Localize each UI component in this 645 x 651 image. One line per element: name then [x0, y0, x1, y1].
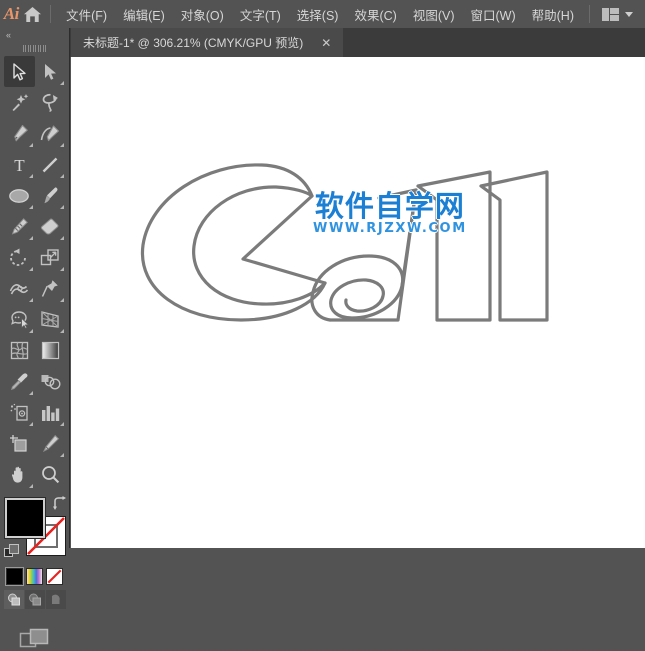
tool-flyout-corner [59, 174, 64, 178]
swap-fill-stroke-icon[interactable] [52, 496, 68, 510]
tool-flyout-corner [28, 143, 33, 147]
lasso-tool[interactable] [35, 87, 66, 118]
free-transform-tool[interactable] [35, 273, 66, 304]
default-fill-stroke-icon[interactable] [3, 544, 20, 560]
selection-tool[interactable] [3, 56, 35, 87]
eraser-tool[interactable] [35, 211, 66, 242]
tool-flyout-corner [28, 422, 33, 426]
fill-swatch[interactable] [3, 497, 46, 539]
app-logo: Ai [3, 4, 20, 23]
none-slash-icon [47, 569, 62, 584]
menu-object[interactable]: 对象(O) [174, 1, 231, 28]
tool-flyout-corner [59, 422, 64, 426]
draw-normal-mode[interactable] [3, 590, 24, 609]
mesh-tool[interactable] [4, 335, 35, 366]
screen-mode-icon [19, 628, 48, 648]
tool-flyout-corner [59, 267, 64, 271]
tool-flyout-corner [28, 174, 33, 178]
tools-panel: « T [0, 28, 70, 648]
tool-flyout-corner [28, 391, 33, 395]
menu-view[interactable]: 视图(V) [406, 1, 462, 28]
slice-tool[interactable] [35, 428, 66, 459]
tool-flyout-corner [59, 143, 64, 147]
collapse-panel-icon[interactable]: « [0, 28, 69, 42]
zoom-tool[interactable] [35, 459, 66, 490]
menu-edit[interactable]: 编辑(E) [116, 1, 172, 28]
draw-inside-mode[interactable] [45, 590, 66, 609]
close-icon[interactable]: ✕ [317, 35, 335, 51]
curvature-tool[interactable] [35, 118, 66, 149]
rotate-tool[interactable] [4, 242, 35, 273]
artwork-outlines [71, 57, 645, 548]
document-tab[interactable]: 未标题-1* @ 306.21% (CMYK/GPU 预览) ✕ [71, 28, 344, 57]
pen-tool[interactable] [4, 118, 35, 149]
watermark-url: WWW.RJZXW.COM [313, 221, 467, 236]
tool-grid: T [0, 56, 69, 490]
home-icon[interactable] [23, 6, 43, 23]
tool-flyout-corner [28, 267, 33, 271]
workspace-switcher[interactable] [598, 5, 637, 24]
perspective-grid-tool[interactable] [35, 304, 66, 335]
tool-flyout-corner [59, 298, 64, 302]
menu-separator-right [589, 5, 590, 23]
menu-window[interactable]: 窗口(W) [464, 1, 523, 28]
none-swatch[interactable] [46, 568, 63, 585]
color-mode-swatches [0, 567, 69, 586]
direct-selection-tool[interactable] [35, 56, 66, 87]
shaper-pencil-tool[interactable] [4, 211, 35, 242]
tool-flyout-corner [28, 298, 33, 302]
watermark: 软件自学网 WWW.RJZXW.COM [313, 192, 467, 236]
symbol-sprayer-tool[interactable] [4, 397, 35, 428]
gradient-swatch[interactable] [26, 568, 43, 585]
tool-flyout-corner [59, 453, 64, 457]
screen-mode-button[interactable] [0, 627, 69, 651]
tool-flyout-corner [59, 81, 64, 85]
svg-text:T: T [14, 156, 25, 174]
color-swatch[interactable] [5, 567, 24, 586]
tool-flyout-corner [28, 484, 33, 488]
type-tool[interactable]: T [4, 149, 35, 180]
tool-flyout-corner [28, 236, 33, 240]
eyedropper-tool[interactable] [4, 366, 35, 397]
menu-help[interactable]: 帮助(H) [525, 1, 581, 28]
gradient-tool[interactable] [35, 335, 66, 366]
tool-flyout-corner [59, 205, 64, 209]
artboard-tool[interactable] [4, 428, 35, 459]
tool-flyout-corner [28, 205, 33, 209]
scale-tool[interactable] [35, 242, 66, 273]
blend-tool[interactable] [35, 366, 66, 397]
watermark-brand: 软件自学网 [314, 189, 465, 223]
paintbrush-tool[interactable] [35, 180, 66, 211]
tool-flyout-corner [59, 236, 64, 240]
magic-wand-tool[interactable] [4, 87, 35, 118]
tool-flyout-corner [59, 329, 64, 333]
menu-items: 文件(F) 编辑(E) 对象(O) 文字(T) 选择(S) 效果(C) 视图(V… [59, 1, 581, 28]
document-tab-bar: 未标题-1* @ 306.21% (CMYK/GPU 预览) ✕ [0, 28, 645, 57]
draw-behind-mode[interactable] [24, 590, 45, 609]
artboard-canvas[interactable]: 软件自学网 WWW.RJZXW.COM [71, 57, 645, 548]
tool-flyout-corner [28, 329, 33, 333]
ellipse-tool[interactable] [4, 180, 35, 211]
fill-stroke-control [3, 496, 68, 560]
panel-drag-handle[interactable] [0, 42, 69, 54]
shape-builder-tool[interactable] [4, 304, 35, 335]
drawing-mode-buttons [0, 590, 69, 609]
hand-tool[interactable] [4, 459, 35, 490]
menu-file[interactable]: 文件(F) [59, 1, 114, 28]
menu-select[interactable]: 选择(S) [290, 1, 346, 28]
illustrator-window: Ai 文件(F) 编辑(E) 对象(O) 文字(T) 选择(S) 效果(C) 视… [0, 0, 645, 648]
menu-separator [50, 5, 52, 23]
menu-bar: Ai 文件(F) 编辑(E) 对象(O) 文字(T) 选择(S) 效果(C) 视… [0, 0, 645, 28]
workspace-icon [602, 7, 619, 21]
menu-right-controls [581, 5, 645, 24]
menu-effect[interactable]: 效果(C) [347, 1, 403, 28]
width-tool[interactable] [4, 273, 35, 304]
line-segment-tool[interactable] [35, 149, 66, 180]
menu-type[interactable]: 文字(T) [233, 1, 288, 28]
column-graph-tool[interactable] [35, 397, 66, 428]
document-tab-title: 未标题-1* @ 306.21% (CMYK/GPU 预览) [83, 36, 304, 50]
chevron-down-icon [625, 11, 633, 17]
